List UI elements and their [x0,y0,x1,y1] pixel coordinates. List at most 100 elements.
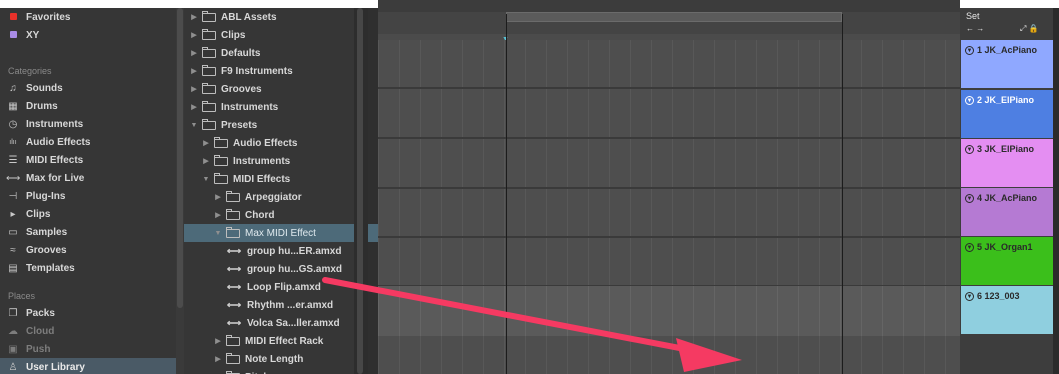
track-fold-icon[interactable]: ▼ [965,243,974,253]
track-name: 4 JK_AcPiano [977,193,1038,203]
sidebar-item-audio-effects[interactable]: ılıı Audio Effects [0,133,176,151]
sidebar-item-label: Packs [26,307,55,319]
samples-icon: ▭ [8,226,18,238]
tree-item-defaults[interactable]: ▶ Defaults [184,44,360,62]
sidebar-item-plug-ins[interactable]: ⊣ Plug-Ins [0,187,176,205]
expand-triangle-icon[interactable]: ▶ [214,211,222,219]
set-nav-arrows-icon[interactable]: ← → [966,24,984,33]
folder-icon [226,208,240,220]
tree-item-label: Max MIDI Effect [245,227,316,239]
max-device-icon: ⟷ [226,245,242,257]
tree-item-label: Instruments [233,155,291,167]
sidebar-item-max-for-live[interactable]: ⟷ Max for Live [0,169,176,187]
collapse-triangle-icon[interactable]: ▼ [202,176,210,183]
tree-item-f9-instruments[interactable]: ▶ F9 Instruments [184,62,360,80]
categories-header: Categories [8,66,52,76]
expand-triangle-icon[interactable]: ▶ [190,49,198,57]
expand-triangle-icon[interactable]: ▶ [190,85,198,93]
audio-effects-icon: ılıı [9,138,17,146]
folder-icon [226,226,240,238]
arrangement-view[interactable]: ▼ [378,0,960,374]
track-fold-icon[interactable]: ▼ [965,46,974,56]
folder-icon [214,154,228,166]
tree-item-label: Defaults [221,47,261,59]
collapse-triangle-icon[interactable]: ▼ [190,122,198,129]
tree-item-label: ABL Assets [221,11,277,23]
expand-triangle-icon[interactable]: ▶ [214,355,222,363]
folder-icon [226,334,240,346]
tree-item-abl-assets[interactable]: ▶ ABL Assets [184,8,360,26]
track-fold-icon[interactable]: ▼ [965,96,974,106]
expand-triangle-icon[interactable]: ▶ [190,31,198,39]
sidebar-item-label: Templates [26,262,75,274]
expand-triangle-icon[interactable]: ▶ [202,139,210,147]
tree-item-instruments[interactable]: ▶ Instruments [184,152,372,170]
selected-track-lane[interactable] [378,286,960,336]
cloud-icon: ☁ [8,325,18,337]
sidebar-scrollbar-thumb[interactable] [177,8,183,308]
track-fold-icon[interactable]: ▼ [965,194,974,204]
track-header[interactable]: ▼ 4 JK_AcPiano [961,188,1053,236]
sidebar-item-cloud[interactable]: ☁ Cloud [0,322,176,340]
sidebar-item-sounds[interactable]: ♫ Sounds [0,79,176,97]
tree-item-label: Grooves [221,83,262,95]
browser-sidebar: Favorites XY Categories ♫ Sounds ▦ Drums ◷… [0,8,176,374]
lane-divider [378,87,960,89]
expand-triangle-icon[interactable]: ▶ [214,193,222,201]
expand-triangle-icon[interactable]: ▶ [190,67,198,75]
tree-item-instruments[interactable]: ▶ Instruments [184,98,360,116]
track-header[interactable]: ▼ 1 JK_AcPiano [961,40,1053,88]
tree-scrollbar[interactable] [354,8,368,374]
tree-item-label: Audio Effects [233,137,298,149]
sidebar-item-clips[interactable]: ▸ Clips [0,205,176,223]
sidebar-item-xy[interactable]: XY [0,26,176,44]
loop-end-line [842,14,843,374]
track-header[interactable]: ▼ 3 JK_ElPiano [961,139,1053,187]
packs-icon: ❐ [8,307,18,319]
track-header[interactable]: ▼ 5 JK_Organ1 [961,237,1053,285]
track-header[interactable]: ▼ 2 JK_ElPiano [961,90,1053,138]
beat-time-ruler[interactable] [378,0,960,12]
track-fold-icon[interactable]: ▼ [965,292,974,302]
sidebar-item-user-library[interactable]: ♙ User Library [0,358,176,374]
tree-item-audio-effects[interactable]: ▶ Audio Effects [184,134,372,152]
sidebar-item-packs[interactable]: ❐ Packs [0,304,176,322]
sidebar-item-drums[interactable]: ▦ Drums [0,97,176,115]
sidebar-item-label: Cloud [26,325,55,337]
sidebar-item-label: User Library [26,361,85,373]
track-fold-icon[interactable]: ▼ [965,145,974,155]
set-tools-icons[interactable]: ⤢ 🔒 [1020,24,1039,34]
sidebar-item-push[interactable]: ▣ Push [0,340,176,358]
tree-item-presets[interactable]: ▼ Presets [184,116,360,134]
tree-item-clips[interactable]: ▶ Clips [184,26,360,44]
expand-triangle-icon[interactable]: ▶ [190,103,198,111]
collapse-triangle-icon[interactable]: ▼ [214,230,222,237]
sidebar-scrollbar[interactable] [176,8,184,374]
sidebar-item-label: Drums [26,100,58,112]
sidebar-item-midi-effects[interactable]: ☰ MIDI Effects [0,151,176,169]
folder-icon [226,352,240,364]
folder-icon [202,64,216,76]
tree-item-label: Loop Flip.amxd [247,281,321,293]
sidebar-item-templates[interactable]: ▤ Templates [0,259,176,277]
sidebar-item-instruments[interactable]: ◷ Instruments [0,115,176,133]
expand-triangle-icon[interactable]: ▶ [190,13,198,21]
top-margin-right [960,0,1059,8]
tree-scrollbar-thumb[interactable] [357,8,363,374]
sidebar-item-label: Clips [26,208,51,220]
max-device-icon: ⟷ [226,281,242,293]
expand-triangle-icon[interactable]: ▶ [202,157,210,165]
sidebar-item-label: Audio Effects [26,136,91,148]
tree-item-label: Volca Sa...ller.amxd [247,317,340,329]
sidebar-item-samples[interactable]: ▭ Samples [0,223,176,241]
track-header[interactable]: ▼ 6 123_003 [961,286,1053,334]
sidebar-item-grooves[interactable]: ≈ Grooves [0,241,176,259]
loop-brace[interactable] [506,12,842,22]
sidebar-item-favorites[interactable]: Favorites [0,8,176,26]
tree-item-midi-effects[interactable]: ▼ MIDI Effects [184,170,372,188]
tree-item-grooves[interactable]: ▶ Grooves [184,80,360,98]
expand-triangle-icon[interactable]: ▶ [214,337,222,345]
tree-item-label: Arpeggiator [245,191,302,203]
max-device-icon: ⟷ [226,263,242,275]
drums-icon: ▦ [8,100,18,112]
